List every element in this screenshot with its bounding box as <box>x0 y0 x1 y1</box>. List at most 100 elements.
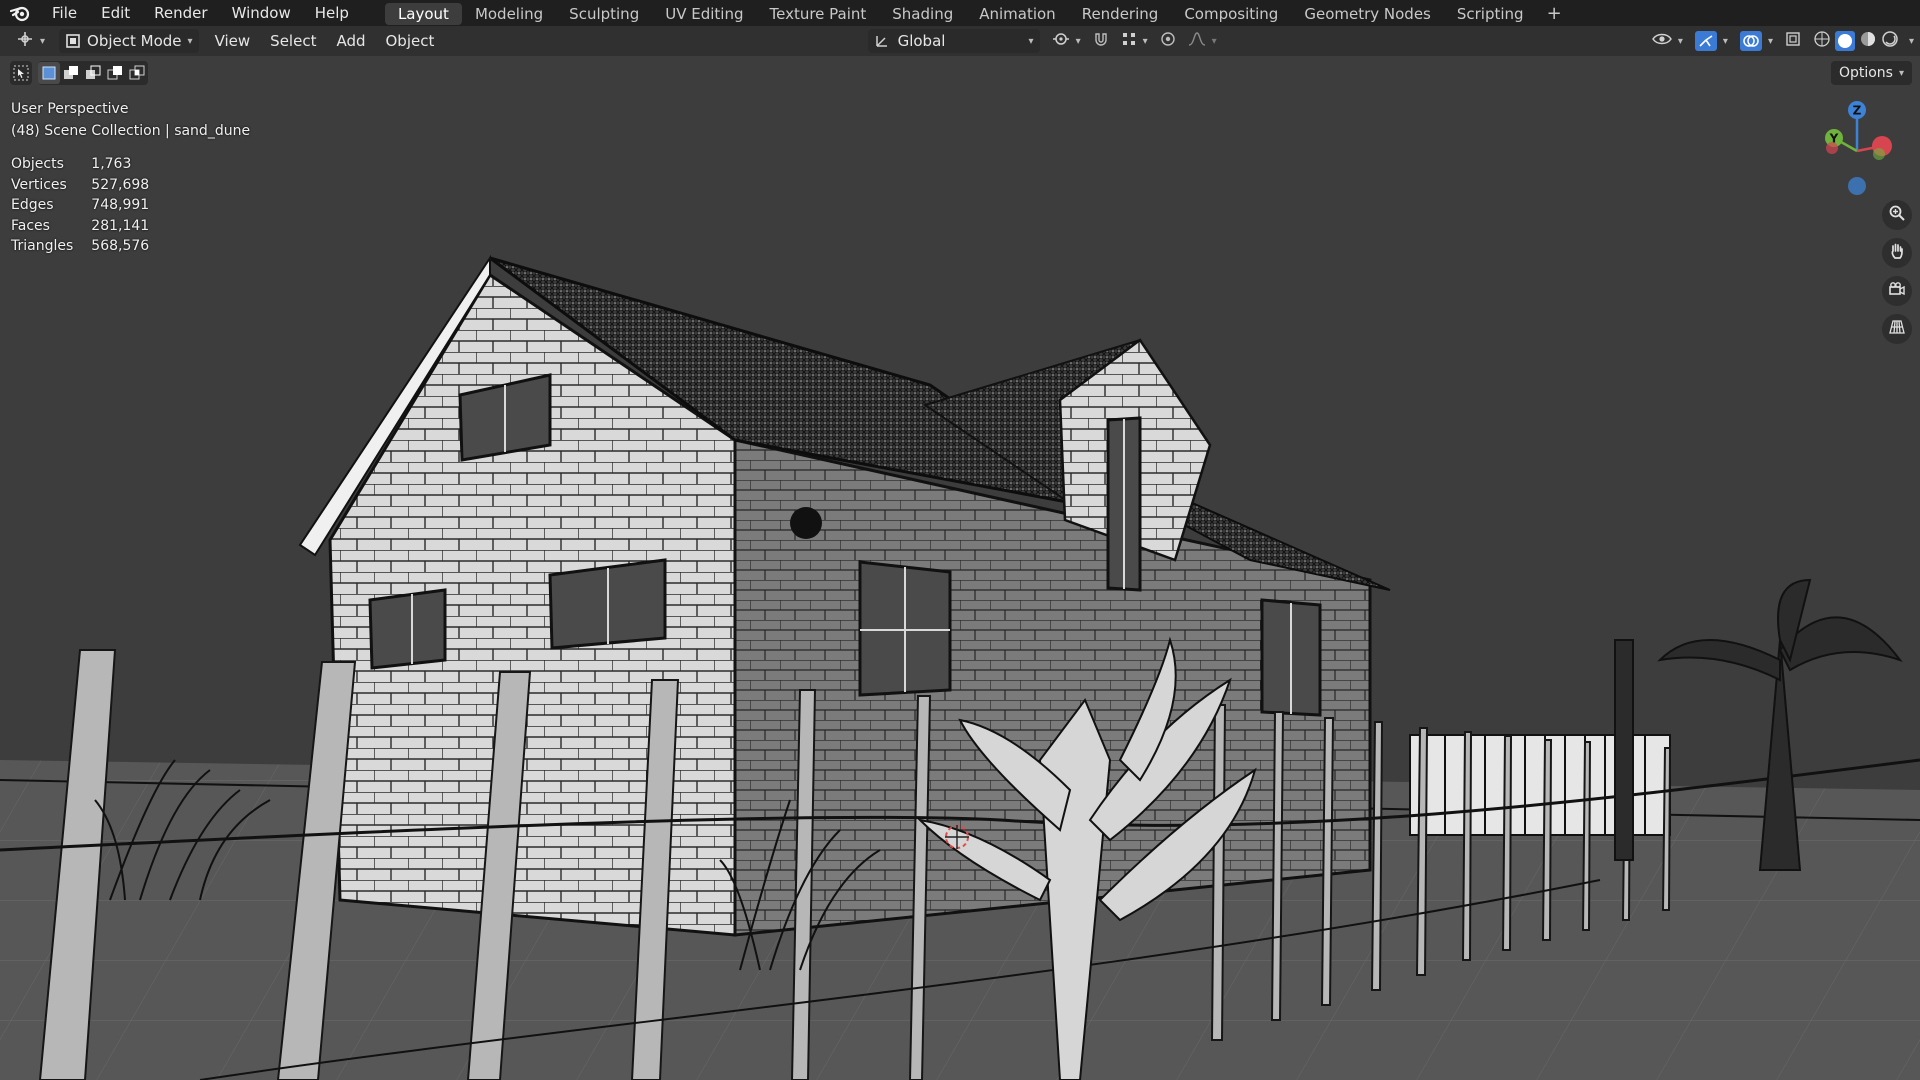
grid-perspective-icon <box>1888 318 1906 340</box>
workspace-tabs: Layout Modeling Sculpting UV Editing Tex… <box>384 0 1572 26</box>
editor-type-icon <box>16 31 34 51</box>
chevron-down-icon[interactable]: ▾ <box>1909 36 1914 47</box>
select-cursor-icon[interactable] <box>10 62 32 84</box>
stat-label: Objects <box>11 156 64 172</box>
axis-neg-x-handle[interactable] <box>1826 142 1838 154</box>
axis-neg-y-handle[interactable] <box>1873 148 1885 160</box>
select-new-icon[interactable] <box>38 62 60 84</box>
chevron-down-icon: ▾ <box>1211 35 1217 47</box>
chevron-down-icon: ▾ <box>1722 35 1728 47</box>
stat-value: 568,576 <box>91 238 150 254</box>
material-shading-icon[interactable] <box>1859 30 1877 52</box>
menu-help[interactable]: Help <box>303 0 361 26</box>
tab-geometry-nodes[interactable]: Geometry Nodes <box>1291 3 1444 25</box>
options-dropdown[interactable]: Options ▾ <box>1830 61 1912 85</box>
xray-icon <box>1785 31 1801 51</box>
chevron-down-icon: ▾ <box>40 35 46 47</box>
stat-label: Faces <box>11 217 50 234</box>
collection-line: (48) Scene Collection | sand_dune <box>11 123 251 139</box>
falloff-button[interactable]: ▾ <box>1182 29 1223 53</box>
select-extend-icon[interactable] <box>60 62 82 84</box>
viewport-info: User Perspective (48) Scene Collection |… <box>11 98 250 142</box>
active-tool-group <box>10 61 32 85</box>
select-difference-icon[interactable] <box>104 62 126 84</box>
tab-compositing[interactable]: Compositing <box>1171 3 1291 25</box>
menu-window[interactable]: Window <box>220 0 303 26</box>
chevron-down-icon: ▾ <box>1142 35 1148 47</box>
view-name: User Perspective <box>11 101 129 117</box>
select-intersect-icon[interactable] <box>126 62 148 84</box>
wall-lamp <box>790 507 822 539</box>
tab-modeling[interactable]: Modeling <box>462 3 556 25</box>
wireframe-shading-icon[interactable] <box>1813 30 1831 52</box>
visibility-button[interactable]: ▾ <box>1646 29 1689 53</box>
stat-value: 1,763 <box>91 156 132 172</box>
stat-row: Faces 281,141 <box>11 216 167 237</box>
xray-toggle[interactable] <box>1779 29 1807 53</box>
viewport-header: ▾ Object Mode ▾ View Select Add Object G… <box>0 26 1920 56</box>
menu-select[interactable]: Select <box>260 32 326 50</box>
chevron-down-icon: ▾ <box>1075 35 1081 47</box>
options-label: Options <box>1838 65 1893 81</box>
tab-sculpting[interactable]: Sculpting <box>556 3 652 25</box>
stat-row: Objects 1,763 <box>11 154 167 175</box>
mode-dropdown[interactable]: Object Mode ▾ <box>59 29 199 53</box>
object-mode-icon <box>65 33 81 49</box>
eye-icon <box>1651 31 1672 51</box>
tab-rendering[interactable]: Rendering <box>1069 3 1172 25</box>
tab-scripting[interactable]: Scripting <box>1444 3 1537 25</box>
3d-viewport[interactable]: User Perspective (48) Scene Collection |… <box>0 56 1920 1080</box>
tab-shading[interactable]: Shading <box>879 3 966 25</box>
solid-shading-icon[interactable] <box>1834 31 1855 51</box>
menu-edit[interactable]: Edit <box>89 0 142 26</box>
gizmo-toggle[interactable]: ▾ <box>1689 29 1734 53</box>
pivot-point-button[interactable]: ▾ <box>1046 29 1087 53</box>
menu-add[interactable]: Add <box>326 32 375 50</box>
add-workspace-button[interactable]: + <box>1537 3 1572 24</box>
chevron-down-icon: ▾ <box>1028 35 1034 47</box>
select-subtract-icon[interactable] <box>82 62 104 84</box>
zoom-button[interactable] <box>1882 200 1912 230</box>
transform-orientation-dropdown[interactable]: Global ▾ <box>867 29 1040 53</box>
navigation-gizmo[interactable]: Z Y <box>1812 96 1902 206</box>
magnifier-icon <box>1888 204 1906 226</box>
tab-layout[interactable]: Layout <box>384 3 462 25</box>
axis-z-label: Z <box>1853 104 1862 118</box>
orientation-label: Global <box>897 32 946 50</box>
snap-target-button[interactable]: ▾ <box>1115 29 1154 53</box>
tab-texture-paint[interactable]: Texture Paint <box>756 3 879 25</box>
scene-statistics: Objects 1,763 Vertices 527,698 Edges 748,99… <box>11 154 167 257</box>
blender-logo-icon[interactable] <box>0 0 40 26</box>
tab-animation[interactable]: Animation <box>966 3 1068 25</box>
camera-view-button[interactable] <box>1882 276 1912 306</box>
proportional-edit-toggle[interactable] <box>1154 29 1182 53</box>
rendered-shading-icon[interactable] <box>1881 30 1899 52</box>
tool-settings-row <box>10 60 148 86</box>
shading-mode-group: ▾ <box>1807 29 1920 53</box>
pan-button[interactable] <box>1882 238 1912 268</box>
tab-uv-editing[interactable]: UV Editing <box>652 3 756 25</box>
menu-view[interactable]: View <box>205 32 261 50</box>
scene-render <box>0 254 1920 1080</box>
stat-row: Vertices 527,698 <box>11 175 167 196</box>
stat-value: 281,141 <box>91 217 150 234</box>
falloff-curve-icon <box>1188 31 1206 51</box>
menu-render[interactable]: Render <box>142 0 219 26</box>
chevron-down-icon: ▾ <box>1767 35 1773 47</box>
chevron-down-icon: ▾ <box>187 35 193 47</box>
mode-label: Object Mode <box>87 32 182 50</box>
top-bar: File Edit Render Window Help Layout Mode… <box>0 0 1920 26</box>
magnet-icon <box>1093 31 1109 51</box>
editor-type-button[interactable]: ▾ <box>10 29 51 53</box>
stat-row: Triangles 568,576 <box>11 236 167 257</box>
stat-label: Triangles <box>11 238 74 254</box>
chevron-down-icon: ▾ <box>1677 35 1683 47</box>
snap-grid-icon <box>1121 31 1137 51</box>
cypress-tree <box>1614 639 1634 861</box>
menu-object[interactable]: Object <box>376 32 445 50</box>
overlays-toggle[interactable]: ▾ <box>1734 29 1779 53</box>
perspective-toggle-button[interactable] <box>1882 314 1912 344</box>
menu-file[interactable]: File <box>40 0 89 26</box>
axis-neg-z-handle[interactable] <box>1848 177 1866 195</box>
snap-toggle[interactable] <box>1087 29 1115 53</box>
